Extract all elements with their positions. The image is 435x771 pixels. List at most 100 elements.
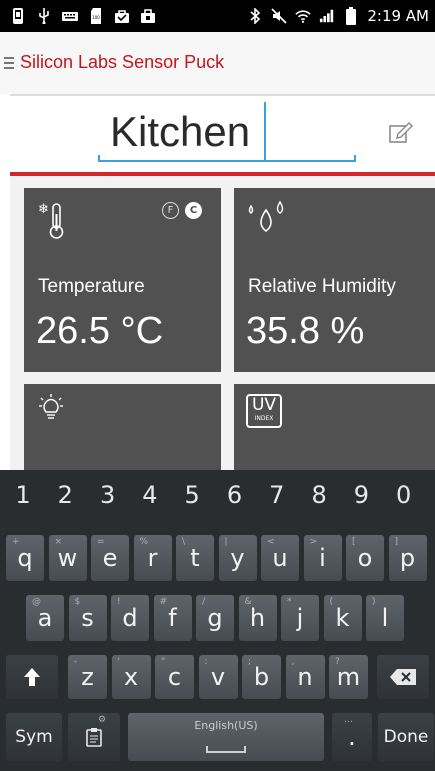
humidity-card[interactable]: Relative Humidity 35.8 % bbox=[234, 188, 435, 372]
space-key[interactable]: English(US) bbox=[128, 713, 324, 761]
briefcase-icon bbox=[114, 8, 130, 24]
key-f[interactable]: # f bbox=[153, 595, 192, 641]
key-u[interactable]: < u bbox=[261, 535, 299, 581]
key-l[interactable]: ) l bbox=[366, 595, 404, 641]
device-name-input[interactable]: Kitchen bbox=[110, 108, 250, 156]
key-z[interactable]: -z bbox=[68, 655, 107, 699]
key-a[interactable]: @ a bbox=[26, 595, 64, 641]
temperature-card[interactable]: ❄ F C Temperature 26.5 °C bbox=[24, 188, 221, 372]
key-label: 7 bbox=[269, 481, 285, 509]
ellipsis-hint: … bbox=[344, 715, 353, 725]
key-alt-label: : bbox=[204, 657, 208, 667]
sym-key-label: Sym bbox=[15, 727, 53, 747]
key-alt-label: , bbox=[291, 657, 295, 667]
key-label: e bbox=[102, 544, 118, 572]
done-key-label: Done bbox=[383, 727, 429, 747]
key-h[interactable]: & h bbox=[238, 595, 277, 641]
phone-icon bbox=[10, 8, 26, 24]
droplets-icon bbox=[246, 200, 290, 238]
key-7[interactable]: 7 bbox=[258, 474, 296, 516]
key-label: 8 bbox=[311, 481, 327, 509]
signal-icon bbox=[319, 8, 335, 24]
light-card[interactable] bbox=[24, 384, 221, 476]
key-v[interactable]: :v bbox=[198, 655, 238, 699]
key-s[interactable]: $ s bbox=[68, 595, 107, 641]
period-key[interactable]: … . bbox=[332, 713, 372, 761]
usb-icon bbox=[36, 8, 52, 24]
app-bar: Silicon Labs Sensor Puck bbox=[0, 32, 435, 94]
key-5[interactable]: 5 bbox=[173, 474, 211, 516]
key-alt-label: $ bbox=[74, 597, 81, 607]
key-label: 1 bbox=[15, 481, 31, 509]
celsius-option[interactable]: C bbox=[185, 202, 202, 219]
uv-index-icon: UV INDEX bbox=[246, 394, 282, 428]
key-label: c bbox=[167, 663, 182, 691]
key-i[interactable]: > i bbox=[303, 535, 342, 581]
key-label: t bbox=[190, 544, 200, 572]
mute-icon bbox=[271, 8, 287, 24]
key-0[interactable]: 0 bbox=[385, 474, 423, 516]
thermometer-icon: ❄ bbox=[36, 200, 70, 244]
key-j[interactable]: * j bbox=[281, 595, 319, 641]
key-8[interactable]: 8 bbox=[300, 474, 338, 516]
uv-card[interactable]: UV INDEX bbox=[234, 384, 435, 476]
key-w[interactable]: × w bbox=[48, 535, 87, 581]
key-d[interactable]: ! d bbox=[111, 595, 149, 641]
svg-text:100: 100 bbox=[92, 15, 100, 20]
key-6[interactable]: 6 bbox=[216, 474, 254, 516]
clipboard-key[interactable]: ⚙ bbox=[68, 713, 120, 761]
unit-toggle[interactable]: F C bbox=[162, 202, 202, 219]
key-label: 4 bbox=[142, 481, 158, 509]
key-label: 6 bbox=[226, 481, 243, 509]
key-r[interactable]: % r bbox=[133, 535, 172, 581]
key-alt-label: & bbox=[244, 597, 252, 607]
key-t[interactable]: \ t bbox=[176, 535, 214, 581]
key-alt-label: % bbox=[139, 537, 149, 547]
menu-icon[interactable] bbox=[4, 57, 14, 69]
key-label: n bbox=[297, 663, 313, 691]
key-label: u bbox=[272, 544, 288, 572]
key-alt-label: \ bbox=[182, 537, 186, 547]
key-3[interactable]: 3 bbox=[89, 474, 127, 516]
done-key[interactable]: Done bbox=[378, 713, 434, 761]
key-k[interactable]: (k bbox=[323, 595, 362, 641]
key-alt-label: + bbox=[12, 537, 20, 547]
key-m[interactable]: ? m bbox=[329, 655, 368, 699]
space-key-language: English(US) bbox=[194, 719, 258, 732]
key-9[interactable]: 9 bbox=[342, 474, 380, 516]
key-p[interactable]: ] p bbox=[388, 535, 427, 581]
key-alt-label: ! bbox=[117, 597, 121, 607]
key-y[interactable]: | y bbox=[218, 535, 257, 581]
backspace-key[interactable] bbox=[377, 655, 429, 699]
key-e[interactable]: = e bbox=[91, 535, 129, 581]
keyboard-icon bbox=[62, 8, 78, 24]
key-n[interactable]: ,n bbox=[285, 655, 325, 699]
sym-key[interactable]: Sym bbox=[6, 713, 62, 761]
key-4[interactable]: 4 bbox=[131, 474, 169, 516]
key-alt-label: × bbox=[54, 537, 63, 547]
temperature-label: Temperature bbox=[38, 276, 145, 297]
backspace-icon bbox=[390, 669, 416, 685]
key-alt-label: ? bbox=[335, 657, 340, 667]
key-label: o bbox=[357, 544, 373, 572]
edit-icon[interactable] bbox=[388, 120, 414, 144]
key-alt-label: ] bbox=[394, 537, 399, 547]
space-bar-icon bbox=[206, 746, 246, 753]
shift-key[interactable] bbox=[6, 655, 58, 699]
battery-icon bbox=[343, 7, 359, 25]
key-alt-label: [ bbox=[352, 537, 356, 547]
key-1[interactable]: 1 bbox=[4, 474, 42, 516]
key-o[interactable]: [o bbox=[346, 535, 384, 581]
key-q[interactable]: + q bbox=[6, 535, 44, 581]
key-label: v bbox=[210, 663, 226, 691]
key-label: l bbox=[381, 604, 389, 632]
key-2[interactable]: 2 bbox=[46, 474, 84, 516]
key-alt-label: > bbox=[309, 537, 318, 547]
key-alt-label: ; bbox=[248, 657, 252, 667]
key-x[interactable]: ' x bbox=[111, 655, 151, 699]
fahrenheit-option[interactable]: F bbox=[162, 202, 179, 219]
key-alt-label: @ bbox=[32, 597, 41, 607]
key-b[interactable]: ; b bbox=[242, 655, 281, 699]
key-g[interactable]: / g bbox=[196, 595, 234, 641]
key-c[interactable]: " c bbox=[155, 655, 194, 699]
